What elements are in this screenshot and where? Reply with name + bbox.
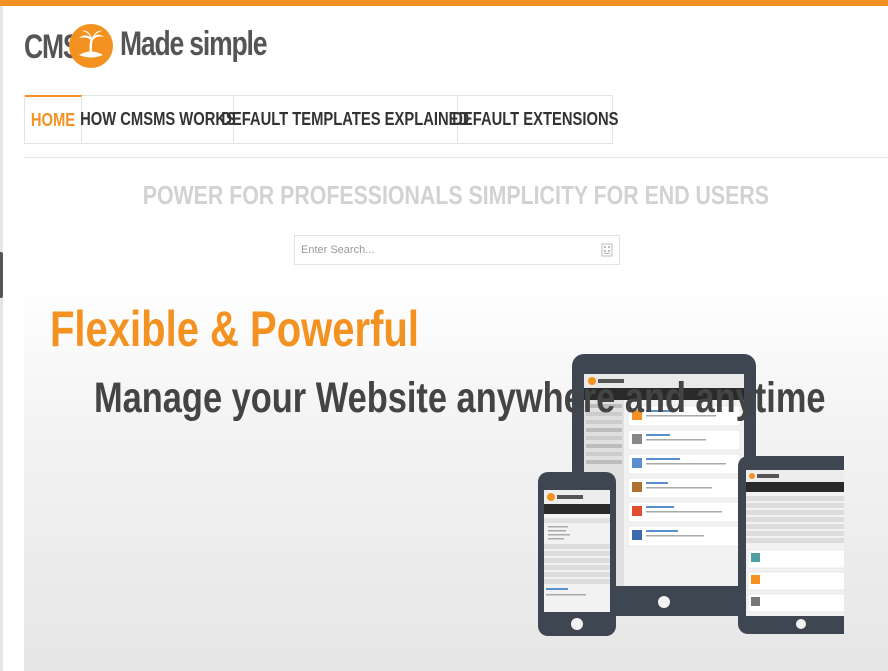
nav-item-default-extensions[interactable]: DEFAULT EXTENSIONS	[452, 96, 618, 143]
phone-device	[538, 472, 616, 636]
scroll-handle[interactable]	[0, 252, 3, 298]
top-accent-stripe	[0, 0, 888, 6]
search-input[interactable]	[295, 236, 603, 264]
hero-title: Flexible & Powerful	[50, 301, 419, 357]
left-edge	[0, 6, 3, 671]
logo-text-left: CMS	[24, 27, 81, 66]
tagline-text: POWER FOR PROFESSIONALS SIMPLICITY FOR E…	[142, 180, 770, 210]
site-logo[interactable]: CMS Made simple	[24, 22, 267, 72]
nav-item-home[interactable]: HOME	[25, 95, 82, 143]
page: CMS Made simple HOME HOW CMSMS WORKS DEF…	[0, 0, 888, 671]
tagline: POWER FOR PROFESSIONALS SIMPLICITY FOR E…	[24, 180, 888, 211]
logo-text-right: Made simple	[120, 25, 267, 63]
nav-item-label: HOW CMSMS WORKS	[79, 109, 236, 129]
palm-island-icon	[69, 24, 113, 68]
nav-item-default-templates-explained[interactable]: DEFAULT TEMPLATES EXPLAINED	[222, 96, 469, 143]
small-tablet-device	[738, 456, 844, 634]
nav-divider	[24, 157, 888, 158]
nav-item-how-cmsms-works[interactable]: HOW CMSMS WORKS	[79, 96, 236, 143]
nav-item-label: DEFAULT TEMPLATES EXPLAINED	[221, 109, 470, 129]
search-box	[294, 235, 620, 265]
hero-banner: Flexible & Powerful Manage your Website …	[24, 282, 888, 671]
search-icon[interactable]	[601, 243, 613, 257]
hero-subtitle: Manage your Website anywhere and anytime	[94, 374, 826, 422]
nav-item-label: HOME	[30, 109, 76, 130]
main-navigation: HOME HOW CMSMS WORKS DEFAULT TEMPLATES E…	[24, 95, 618, 144]
nav-item-label: DEFAULT EXTENSIONS	[451, 109, 619, 129]
